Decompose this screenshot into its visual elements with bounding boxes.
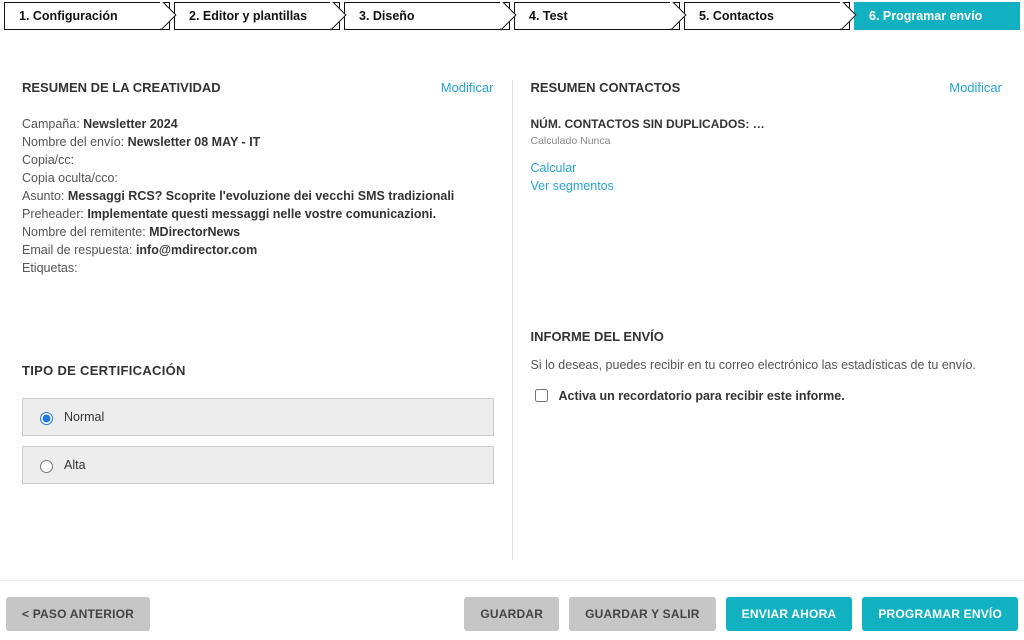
cert-radio-normal[interactable] bbox=[40, 412, 53, 425]
step-label: 6. Programar envío bbox=[869, 9, 982, 23]
save-exit-button[interactable]: GUARDAR Y SALIR bbox=[569, 597, 716, 631]
calculate-link[interactable]: Calcular bbox=[531, 161, 1003, 175]
sender-label: Nombre del remitente: bbox=[22, 225, 149, 239]
report-reminder-option[interactable]: Activa un recordatorio para recibir este… bbox=[531, 386, 1003, 405]
view-segments-link[interactable]: Ver segmentos bbox=[531, 179, 1003, 193]
step-contactos[interactable]: 5. Contactos bbox=[684, 2, 850, 30]
contacts-summary: NÚM. CONTACTOS SIN DUPLICADOS: … Calcula… bbox=[531, 117, 1003, 193]
step-label: 1. Configuración bbox=[19, 9, 118, 23]
step-test[interactable]: 4. Test bbox=[514, 2, 680, 30]
creative-summary: Campaña: Newsletter 2024 Nombre del enví… bbox=[22, 117, 494, 275]
bcc-label: Copia oculta/cco: bbox=[22, 171, 118, 185]
sender-value: MDirectorNews bbox=[149, 225, 240, 239]
step-label: 2. Editor y plantillas bbox=[189, 9, 307, 23]
campaign-label: Campaña: bbox=[22, 117, 83, 131]
contacts-calculated: Calculado Nunca bbox=[531, 135, 1003, 147]
report-reminder-label: Activa un recordatorio para recibir este… bbox=[559, 389, 845, 403]
contacts-num-label: NÚM. CONTACTOS SIN DUPLICADOS: … bbox=[531, 117, 1003, 131]
preheader-value: Implementate questi messaggi nelle vostr… bbox=[87, 207, 436, 221]
step-configuracion[interactable]: 1. Configuración bbox=[4, 2, 170, 30]
step-diseno[interactable]: 3. Diseño bbox=[344, 2, 510, 30]
step-label: 3. Diseño bbox=[359, 9, 415, 23]
creative-summary-title: RESUMEN DE LA CREATIVIDAD bbox=[22, 80, 221, 95]
step-editor[interactable]: 2. Editor y plantillas bbox=[174, 2, 340, 30]
preheader-label: Preheader: bbox=[22, 207, 87, 221]
subject-label: Asunto: bbox=[22, 189, 68, 203]
cert-label-normal: Normal bbox=[64, 410, 104, 424]
subject-value: Messaggi RCS? Scoprite l'evoluzione dei … bbox=[68, 189, 454, 203]
schedule-send-button[interactable]: PROGRAMAR ENVÍO bbox=[862, 597, 1018, 631]
tags-label: Etiquetas: bbox=[22, 261, 78, 275]
cert-radio-alta[interactable] bbox=[40, 460, 53, 473]
cc-label: Copia/cc: bbox=[22, 153, 74, 167]
reply-value: info@mdirector.com bbox=[136, 243, 257, 257]
cert-title: TIPO DE CERTIFICACIÓN bbox=[22, 363, 494, 378]
step-tabs: 1. Configuración 2. Editor y plantillas … bbox=[0, 0, 1024, 30]
modify-contacts-link[interactable]: Modificar bbox=[949, 80, 1002, 95]
cert-option-normal[interactable]: Normal bbox=[22, 398, 494, 436]
send-name-value: Newsletter 08 MAY - IT bbox=[128, 135, 261, 149]
report-reminder-checkbox[interactable] bbox=[535, 389, 548, 402]
step-label: 5. Contactos bbox=[699, 9, 774, 23]
prev-step-button[interactable]: < PASO ANTERIOR bbox=[6, 597, 150, 631]
send-name-label: Nombre del envío: bbox=[22, 135, 128, 149]
cert-option-alta[interactable]: Alta bbox=[22, 446, 494, 484]
campaign-value: Newsletter 2024 bbox=[83, 117, 178, 131]
report-desc: Si lo deseas, puedes recibir en tu corre… bbox=[531, 358, 1003, 372]
report-title: INFORME DEL ENVÍO bbox=[531, 329, 1003, 344]
modify-creative-link[interactable]: Modificar bbox=[441, 80, 494, 95]
contacts-summary-title: RESUMEN CONTACTOS bbox=[531, 80, 681, 95]
save-button[interactable]: GUARDAR bbox=[464, 597, 559, 631]
cert-label-alta: Alta bbox=[64, 458, 86, 472]
step-programar-envio[interactable]: 6. Programar envío bbox=[854, 2, 1020, 30]
step-label: 4. Test bbox=[529, 9, 568, 23]
send-now-button[interactable]: ENVIAR AHORA bbox=[726, 597, 853, 631]
reply-label: Email de respuesta: bbox=[22, 243, 136, 257]
